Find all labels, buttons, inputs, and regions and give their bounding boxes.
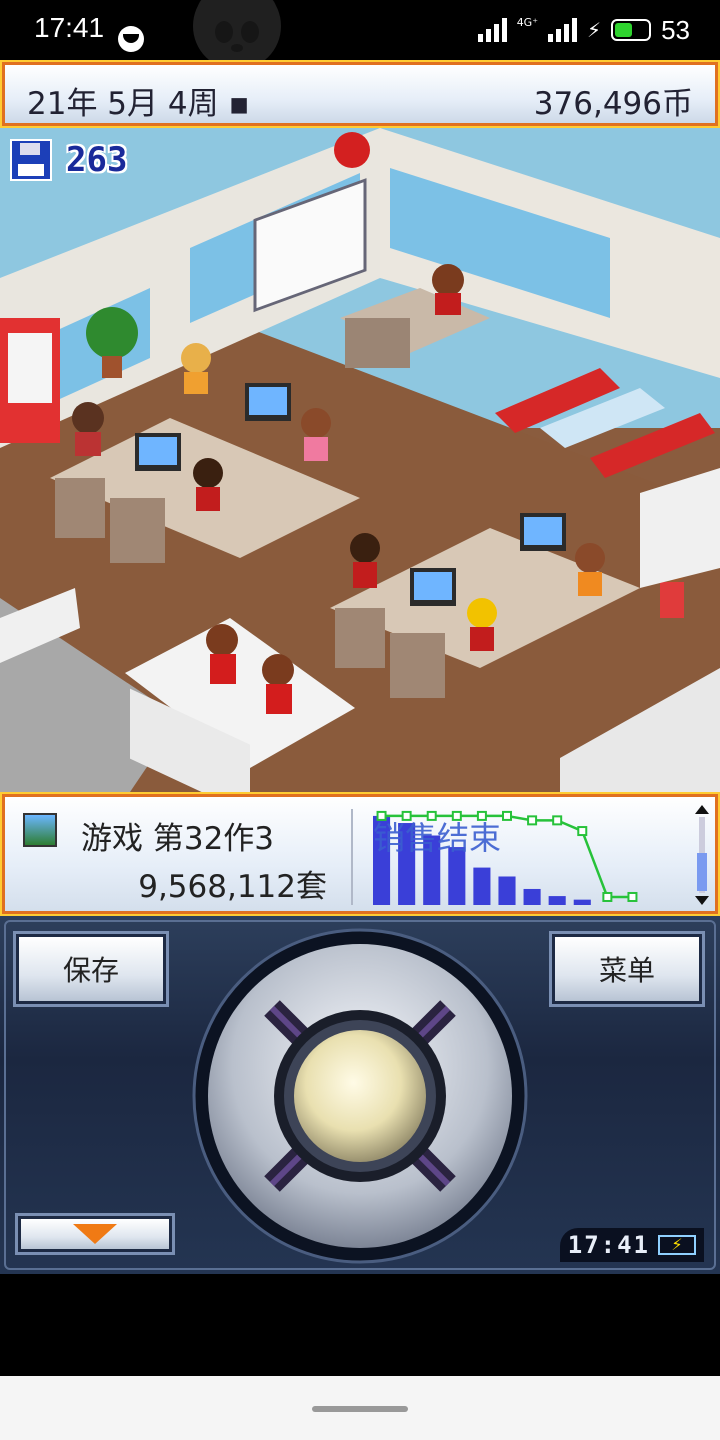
game-cartridge-icon <box>23 813 57 847</box>
notification-icon <box>118 26 144 52</box>
panda-overlay-icon <box>193 0 281 66</box>
status-time: 17:41 <box>34 12 105 43</box>
money-counter: 376,496币 <box>533 86 693 122</box>
floppy-disk-icon <box>10 139 52 181</box>
sales-bar <box>498 876 516 905</box>
date-money-bar: 21年 5月 4周 ▪ 376,496币 <box>0 60 720 128</box>
system-nav-bar <box>0 1376 720 1440</box>
status-bar: 17:41 4G⁺ ⚡ 53 <box>0 0 720 66</box>
signal-4g-label: 4G⁺ <box>516 15 539 29</box>
sales-bar <box>473 867 491 905</box>
sales-bar <box>573 899 591 905</box>
office-scene[interactable]: 263 <box>0 128 720 792</box>
arrow-down-icon <box>73 1224 117 1244</box>
panel-scrollbar[interactable] <box>695 805 709 905</box>
save-counter: 263 <box>10 138 127 182</box>
trend-point <box>577 826 588 837</box>
game-sales-count: 9,568,112套 <box>138 869 327 905</box>
status-right: 4G⁺ ⚡ 53 <box>477 12 690 48</box>
signal-icon <box>477 18 507 42</box>
directional-pad[interactable] <box>192 928 528 1264</box>
virtual-controller: 保存 菜单 17:41 ⚡ <box>0 916 720 1274</box>
clock-time: 17:41 <box>567 1231 650 1259</box>
charging-battery-icon: ⚡ <box>658 1235 696 1255</box>
trend-point <box>627 891 638 902</box>
letterbox-band <box>0 1274 720 1376</box>
save-count-value: 263 <box>66 140 128 180</box>
scroll-up-icon[interactable] <box>695 805 709 814</box>
menu-button[interactable]: 菜单 <box>549 931 705 1007</box>
charging-icon: ⚡ <box>587 18 602 42</box>
office-illustration <box>0 128 720 792</box>
scroll-down-button[interactable] <box>15 1213 175 1255</box>
signal-4g-icon <box>548 18 578 42</box>
home-gesture-bar[interactable] <box>312 1406 408 1412</box>
battery-icon <box>611 19 652 41</box>
save-button[interactable]: 保存 <box>13 931 169 1007</box>
game-date: 21年 5月 4周 ▪ <box>27 86 250 122</box>
panel-divider <box>351 809 353 905</box>
scroll-thumb[interactable] <box>697 853 707 891</box>
sales-bar <box>548 896 566 905</box>
trend-point <box>502 810 512 821</box>
game-title: 游戏 第32作3 <box>81 821 275 857</box>
trend-point <box>527 815 538 826</box>
sales-bar <box>523 888 541 905</box>
trend-point <box>602 891 613 902</box>
scroll-down-icon[interactable] <box>695 896 709 905</box>
game-clock: 17:41 ⚡ <box>559 1228 704 1262</box>
trend-point <box>552 815 563 826</box>
game-sales-panel[interactable]: 游戏 第32作3 9,568,112套 销售结束 <box>0 792 720 916</box>
battery-percent: 53 <box>661 14 690 45</box>
sales-status-label: 销售结束 <box>373 819 502 857</box>
